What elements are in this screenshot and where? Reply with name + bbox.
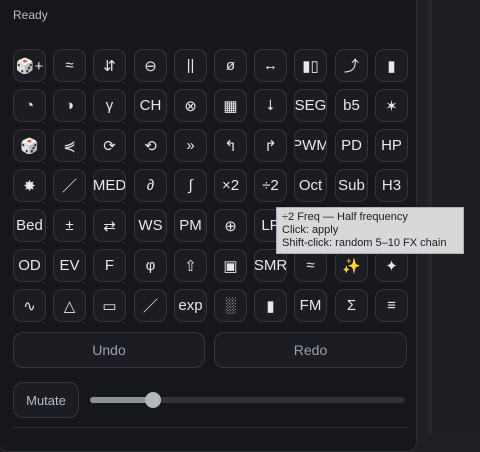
status-text: Ready: [13, 8, 48, 22]
double-freq-button[interactable]: ×2: [214, 169, 247, 202]
triangle-button[interactable]: △: [53, 289, 86, 322]
slider-thumb[interactable]: [145, 392, 161, 408]
ev-button[interactable]: EV: [53, 249, 86, 282]
tooltip-shift-hint: Shift-click: random 5–10 FX chain: [282, 237, 447, 249]
partial-button[interactable]: ∂: [134, 169, 167, 202]
grid-button[interactable]: ▦: [214, 89, 247, 122]
swap-updown-button[interactable]: ⇵: [93, 49, 126, 82]
burst-button[interactable]: ✸: [13, 169, 46, 202]
block-button[interactable]: ▮: [375, 49, 408, 82]
h3-button[interactable]: H3: [375, 169, 408, 202]
waveshape-button[interactable]: WS: [134, 209, 167, 242]
bar-button[interactable]: ▮: [254, 289, 287, 322]
shift-up-button[interactable]: ⇧: [174, 249, 207, 282]
fm-button[interactable]: FM: [294, 289, 327, 322]
slash-button[interactable]: ／: [53, 169, 86, 202]
octave-button[interactable]: Oct: [294, 169, 327, 202]
sum-button[interactable]: Σ: [335, 289, 368, 322]
fan-button[interactable]: ⋞: [53, 129, 86, 162]
bed-button[interactable]: Bed: [13, 209, 46, 242]
flat-five-button[interactable]: b5: [335, 89, 368, 122]
median-button[interactable]: MED: [93, 169, 126, 202]
circle-minus-button[interactable]: ⊖: [134, 49, 167, 82]
double-bar-button[interactable]: ||: [174, 49, 207, 82]
pd-button[interactable]: PD: [335, 129, 368, 162]
plus-minus-button[interactable]: ±: [53, 209, 86, 242]
loop-button[interactable]: ⟳: [93, 129, 126, 162]
tooltip-click-hint: Click: apply: [282, 224, 339, 236]
star-button[interactable]: ✶: [375, 89, 408, 122]
pm-button[interactable]: PM: [174, 209, 207, 242]
overdrive-button[interactable]: OD: [13, 249, 46, 282]
stereo-width-button[interactable]: ↔: [254, 49, 287, 82]
rectangle-button[interactable]: ▭: [93, 289, 126, 322]
noise-button[interactable]: ░: [214, 289, 247, 322]
undo-button[interactable]: Undo: [13, 332, 205, 368]
turn-left-button[interactable]: ↰: [214, 129, 247, 162]
turn-right-button[interactable]: ↱: [254, 129, 287, 162]
sine-button[interactable]: ∿: [13, 289, 46, 322]
dice-button[interactable]: 🎲: [13, 129, 46, 162]
reverse-loop-button[interactable]: ⟲: [134, 129, 167, 162]
menu-lines-button[interactable]: ≡: [375, 289, 408, 322]
half-circle-button[interactable]: ◑: [53, 89, 86, 122]
curve-up-button[interactable]: ⤴: [335, 49, 368, 82]
tooltip: ÷2 Freq — Half frequency Click: apply Sh…: [276, 207, 464, 254]
f-button[interactable]: F: [93, 249, 126, 282]
approx-button[interactable]: ≈: [53, 49, 86, 82]
sub-button[interactable]: Sub: [335, 169, 368, 202]
highpass-button[interactable]: HP: [375, 129, 408, 162]
phase-button[interactable]: ø: [214, 49, 247, 82]
random-plus-button[interactable]: 🎲+: [13, 49, 46, 82]
down-arrow-button[interactable]: ⭣: [254, 89, 287, 122]
fast-forward-button[interactable]: »: [174, 129, 207, 162]
redo-button[interactable]: Redo: [214, 332, 407, 368]
circle-plus-button[interactable]: ⊕: [214, 209, 247, 242]
gamma-button[interactable]: γ: [93, 89, 126, 122]
chorus-button[interactable]: CH: [134, 89, 167, 122]
tooltip-title: ÷2 Freq — Half frequency: [282, 211, 408, 223]
mutate-button[interactable]: Mutate: [13, 382, 79, 418]
saw-button[interactable]: ／: [134, 289, 167, 322]
half-freq-button[interactable]: ÷2: [254, 169, 287, 202]
pan-button[interactable]: ▮▯: [294, 49, 327, 82]
segment-button[interactable]: SEG: [294, 89, 327, 122]
phi-button[interactable]: φ: [134, 249, 167, 282]
mutate-amount-slider[interactable]: [90, 390, 405, 410]
integral-button[interactable]: ∫: [174, 169, 207, 202]
circle-times-button[interactable]: ⊗: [174, 89, 207, 122]
quarter-circle-button[interactable]: ◔: [13, 89, 46, 122]
pwm-button[interactable]: PWM: [294, 129, 327, 162]
exchange-button[interactable]: ⇄: [93, 209, 126, 242]
slider-fill: [90, 397, 153, 403]
square-in-square-button[interactable]: ▣: [214, 249, 247, 282]
exp-button[interactable]: exp: [174, 289, 207, 322]
